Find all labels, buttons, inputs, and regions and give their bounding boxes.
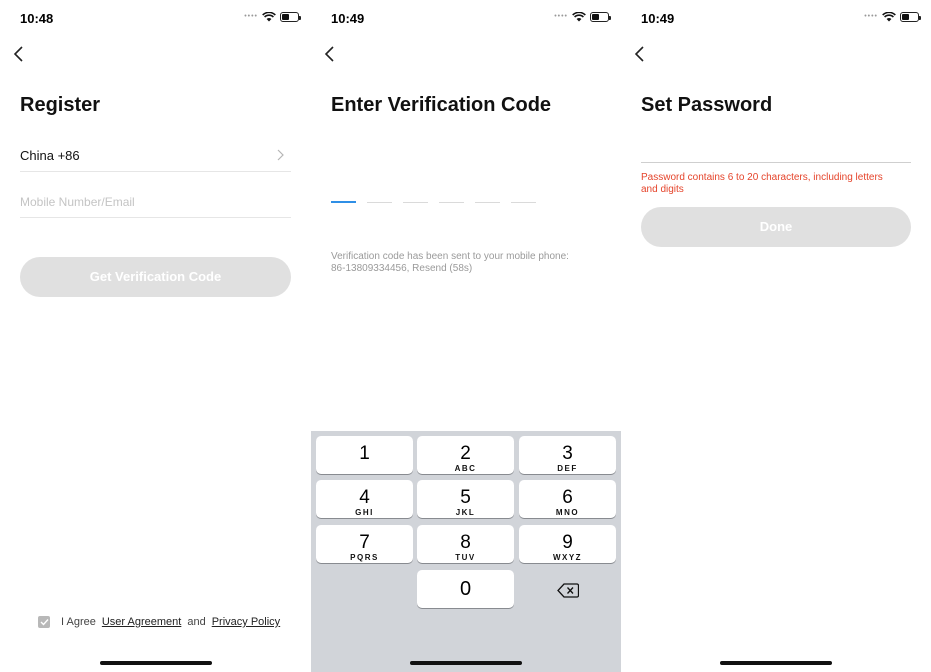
numeric-keypad: 1 2 ABC 3 DEF 4 GHI 5 JKL 6 MNO 7 PQRS 8 TUV 9W…	[311, 431, 621, 672]
key-6[interactable]: 6 MNO	[519, 480, 616, 518]
wifi-icon	[882, 12, 896, 22]
chevron-left-icon[interactable]	[321, 44, 341, 64]
password-input[interactable]	[641, 140, 911, 160]
key-letters: ABC	[454, 464, 477, 473]
chevron-right-icon	[277, 149, 284, 161]
key-digit: 6	[562, 487, 573, 508]
register-screen: 10:48 •••• Register China +86 Get Verifi…	[0, 0, 311, 672]
verification-hint: Verification code has been sent to your …	[331, 251, 569, 274]
code-slot-2[interactable]	[367, 202, 392, 203]
code-slot-6[interactable]	[511, 202, 536, 203]
key-digit: 5	[460, 487, 471, 508]
key-digit: 2	[460, 443, 471, 464]
key-digit: 0	[459, 578, 472, 600]
chevron-left-icon[interactable]	[10, 44, 30, 64]
status-bar: 10:48 ••••	[0, 0, 311, 38]
chevron-left-icon[interactable]	[631, 44, 651, 64]
wifi-icon	[262, 12, 276, 22]
home-indicator	[410, 661, 522, 665]
key-9[interactable]: 9 WXYZ	[519, 525, 616, 563]
code-input[interactable]	[331, 201, 536, 203]
mobile-email-input[interactable]	[20, 191, 291, 213]
page-title: Register	[20, 94, 101, 116]
page-title: Enter Verification Code	[331, 94, 552, 116]
key-digit: 3	[562, 443, 573, 464]
code-slot-4[interactable]	[439, 202, 464, 203]
key-letters: DEF	[557, 464, 578, 473]
status-bar: 10:49 ••••	[621, 0, 931, 38]
wifi-icon	[572, 12, 586, 22]
key-letters: PQRS	[350, 553, 379, 562]
key-5[interactable]: 5 JKL	[417, 480, 514, 518]
key-2[interactable]: 2 ABC	[417, 436, 514, 474]
signal-icon: ••••	[244, 13, 258, 20]
key-7[interactable]: 7 PQRS	[316, 525, 413, 563]
verification-screen: 10:49 •••• Enter Verification Code Verif…	[311, 0, 621, 672]
get-verification-code-button[interactable]: Get Verification Code	[20, 257, 291, 297]
key-letters: TUV	[455, 553, 476, 562]
page-title: Set Password	[641, 94, 773, 116]
key-digit: 7	[359, 532, 370, 553]
privacy-policy-link[interactable]: Privacy Policy	[212, 616, 280, 628]
status-icons: ••••	[864, 12, 921, 22]
status-time: 10:48	[20, 11, 54, 26]
key-letters: WXYZ	[552, 553, 583, 562]
battery-icon	[590, 12, 611, 22]
status-bar: 10:49 ••••	[311, 0, 621, 38]
backspace-key[interactable]	[519, 571, 616, 609]
user-agreement-link[interactable]: User Agreement	[102, 616, 181, 628]
key-letters: MNO	[555, 508, 580, 517]
key-letters: JKL	[455, 508, 476, 517]
key-1[interactable]: 1	[316, 436, 413, 474]
key-digit: 1	[359, 443, 370, 464]
home-indicator	[720, 661, 832, 665]
signal-icon: ••••	[864, 13, 878, 20]
status-icons: ••••	[554, 12, 611, 22]
agreement-row: I Agree User Agreement and Privacy Polic…	[38, 616, 280, 628]
key-letters: GHI	[355, 508, 374, 517]
battery-icon	[900, 12, 921, 22]
status-time: 10:49	[641, 11, 675, 26]
key-4[interactable]: 4 GHI	[316, 480, 413, 518]
status-time: 10:49	[331, 11, 365, 26]
battery-icon	[280, 12, 301, 22]
code-slot-3[interactable]	[403, 202, 428, 203]
key-digit: 4	[359, 487, 370, 508]
agree-prefix: I Agree	[61, 616, 96, 628]
done-button[interactable]: Done	[641, 207, 911, 247]
set-password-screen: 10:49 •••• Set Password Password contain…	[621, 0, 931, 672]
country-selector[interactable]: China +86	[20, 143, 291, 172]
key-0[interactable]: 0	[417, 570, 514, 608]
code-slot-5[interactable]	[475, 202, 500, 203]
code-slot-1[interactable]	[331, 201, 356, 203]
key-digit: 8	[460, 532, 471, 553]
key-3[interactable]: 3 DEF	[519, 436, 616, 474]
backspace-icon	[556, 582, 579, 598]
password-field-row	[641, 140, 911, 163]
and-text: and	[187, 616, 206, 628]
password-rule-error: Password contains 6 to 20 characters, in…	[641, 172, 883, 195]
key-8[interactable]: 8 TUV	[417, 525, 514, 563]
home-indicator	[99, 661, 212, 665]
mobile-field-row	[20, 188, 291, 218]
signal-icon: ••••	[554, 13, 568, 20]
status-icons: ••••	[244, 12, 301, 22]
key-digit: 9	[562, 532, 573, 553]
checkbox-icon[interactable]	[38, 616, 50, 628]
country-label: China +86	[20, 148, 80, 163]
